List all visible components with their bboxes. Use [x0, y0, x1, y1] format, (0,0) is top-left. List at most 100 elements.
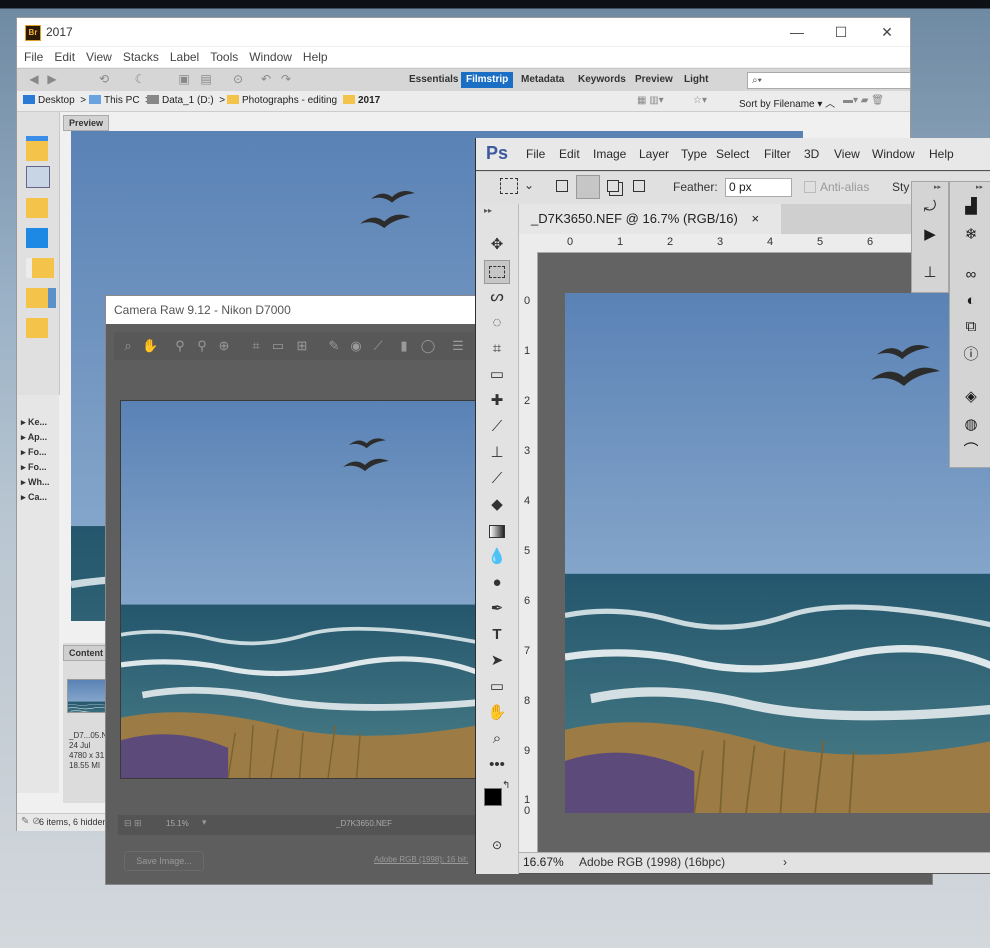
crop-icon[interactable]: ⌗: [248, 338, 264, 354]
path-selection-icon[interactable]: ➤: [484, 650, 510, 672]
menu-view[interactable]: View: [834, 147, 860, 161]
star-filter-icon[interactable]: ☆▾: [693, 95, 707, 106]
close-icon[interactable]: ×: [751, 211, 759, 226]
save-image-button[interactable]: Save Image...: [124, 851, 204, 871]
folder-icon[interactable]: [26, 198, 48, 218]
antialias-checkbox[interactable]: [804, 181, 816, 193]
blur-tool-icon[interactable]: 💧: [484, 546, 510, 568]
breadcrumb-2017[interactable]: 2017: [343, 95, 380, 106]
panel-wh[interactable]: ▸ Wh...: [21, 475, 59, 489]
graduated-filter-icon[interactable]: ▮: [396, 338, 412, 354]
hand-tool-icon[interactable]: ✋: [484, 702, 510, 724]
white-balance-icon[interactable]: ⚲: [172, 338, 188, 354]
healing-brush-icon[interactable]: ✚: [484, 390, 510, 412]
collapse-icon[interactable]: ▸▸: [976, 183, 983, 191]
menu-stacks[interactable]: Stacks: [123, 47, 159, 67]
libraries-icon[interactable]: ∞: [958, 264, 984, 286]
info-icon[interactable]: ⓘ: [958, 344, 984, 366]
open-in-camera-raw-icon[interactable]: ⊙: [231, 73, 245, 85]
zoom-tool-icon[interactable]: ⌕: [120, 338, 136, 354]
red-eye-icon[interactable]: ◉: [348, 338, 364, 354]
rotate-right-icon[interactable]: ↷: [279, 73, 293, 85]
straighten-icon[interactable]: ▭: [270, 338, 286, 354]
move-tool-icon[interactable]: ✥: [484, 234, 510, 256]
new-folder-icon[interactable]: ▬▾ ▰ 🗑: [843, 95, 884, 106]
radial-filter-icon[interactable]: ◯: [420, 338, 436, 354]
preferences-icon[interactable]: ☰: [450, 338, 466, 354]
rotate-left-icon[interactable]: ↶: [259, 73, 273, 85]
actions-play-icon[interactable]: ▶: [917, 224, 943, 246]
dodge-tool-icon[interactable]: ●: [484, 572, 510, 594]
breadcrumb-data-drive[interactable]: Data_1 (D:) >: [147, 95, 225, 106]
minimize-button[interactable]: —: [785, 23, 809, 41]
maximize-button[interactable]: ☐: [829, 23, 853, 41]
intersect-selection-icon[interactable]: [633, 180, 645, 192]
grid-icon[interactable]: ▦ ▥▾: [637, 95, 664, 106]
menu-label[interactable]: Label: [170, 47, 199, 67]
panel-fo2[interactable]: ▸ Fo...: [21, 460, 59, 474]
menu-file[interactable]: File: [526, 147, 545, 161]
more-tools-icon[interactable]: •••: [484, 754, 510, 776]
workflow-options-link[interactable]: Adobe RGB (1998); 16 bit;: [374, 855, 468, 864]
menu-select[interactable]: Select: [716, 147, 749, 161]
menu-type[interactable]: Type: [681, 147, 707, 161]
return-icon[interactable]: ☾: [133, 73, 147, 85]
menu-window[interactable]: Window: [872, 147, 915, 161]
refine-icon[interactable]: ▤: [199, 73, 213, 85]
add-selection-icon[interactable]: [576, 175, 600, 199]
chevron-down-icon[interactable]: ⌄: [524, 178, 534, 192]
transform-icon[interactable]: ⊞: [294, 338, 310, 354]
document-canvas[interactable]: [565, 293, 990, 813]
workspace-keywords[interactable]: Keywords: [573, 72, 631, 88]
marquee-preset-icon[interactable]: [500, 178, 518, 194]
adjustments-icon[interactable]: ◐: [958, 290, 984, 312]
sort-dropdown[interactable]: Sort by Filename ▾ ︿: [739, 95, 835, 110]
menu-image[interactable]: Image: [593, 147, 626, 161]
clone-stamp-icon[interactable]: ⊥: [484, 442, 510, 464]
recent-icon[interactable]: ⟲: [97, 73, 111, 85]
panel-keywords[interactable]: ▸ Ke...: [21, 415, 59, 429]
breadcrumb-this-pc[interactable]: This PC >: [89, 95, 151, 106]
documents-icon[interactable]: [26, 258, 54, 278]
menu-layer[interactable]: Layer: [639, 147, 669, 161]
close-button[interactable]: ✕: [875, 23, 899, 41]
breadcrumb-desktop[interactable]: Desktop >: [23, 95, 86, 106]
camera-icon[interactable]: ▣: [177, 73, 191, 85]
crop-tool-icon[interactable]: ⌗: [484, 338, 510, 360]
color-sampler-icon[interactable]: ⚲: [194, 338, 210, 354]
quick-selection-icon[interactable]: ◌: [484, 312, 510, 334]
zoom-tool-icon[interactable]: ⌕: [484, 728, 510, 750]
paths-icon[interactable]: ⌒: [958, 440, 984, 462]
brush-tool-icon[interactable]: ⟋: [484, 416, 510, 438]
style-label[interactable]: Sty: [892, 180, 909, 194]
document-tab[interactable]: _D7K3650.NEF @ 16.7% (RGB/16) ×: [519, 204, 781, 234]
spot-removal-icon[interactable]: ✎: [326, 338, 342, 354]
history-brush-icon[interactable]: ⟋: [484, 468, 510, 490]
menu-filter[interactable]: Filter: [764, 147, 791, 161]
menu-tools[interactable]: Tools: [210, 47, 238, 67]
status-menu-arrow[interactable]: ›: [783, 855, 787, 869]
panel-fo1[interactable]: ▸ Fo...: [21, 445, 59, 459]
desktop-icon[interactable]: [26, 228, 48, 248]
quick-mask-icon[interactable]: ⊙: [484, 834, 510, 856]
menu-window[interactable]: Window: [249, 47, 292, 67]
properties-icon[interactable]: ⧉: [958, 316, 984, 338]
type-tool-icon[interactable]: T: [484, 624, 510, 646]
zoom-level[interactable]: 15.1%: [166, 819, 189, 828]
channels-icon[interactable]: ◍: [958, 414, 984, 436]
workspace-preview[interactable]: Preview: [630, 72, 678, 88]
menu-3d[interactable]: 3D: [804, 147, 819, 161]
forward-icon[interactable]: ▶: [45, 73, 59, 85]
menu-help[interactable]: Help: [929, 147, 954, 161]
workspace-essentials[interactable]: Essentials: [404, 72, 463, 88]
layers-icon[interactable]: ◈: [958, 386, 984, 408]
panel-ca[interactable]: ▸ Ca...: [21, 490, 59, 504]
pen-tool-icon[interactable]: ✒: [484, 598, 510, 620]
workspace-metadata[interactable]: Metadata: [516, 72, 569, 88]
folder-icon[interactable]: [26, 318, 48, 338]
ruler-tool-icon[interactable]: ▭: [484, 364, 510, 386]
panel-ap[interactable]: ▸ Ap...: [21, 430, 59, 444]
tab-preview[interactable]: Preview: [63, 115, 109, 131]
clone-source-icon[interactable]: ⊥: [917, 262, 943, 284]
computer-icon[interactable]: [26, 166, 50, 188]
